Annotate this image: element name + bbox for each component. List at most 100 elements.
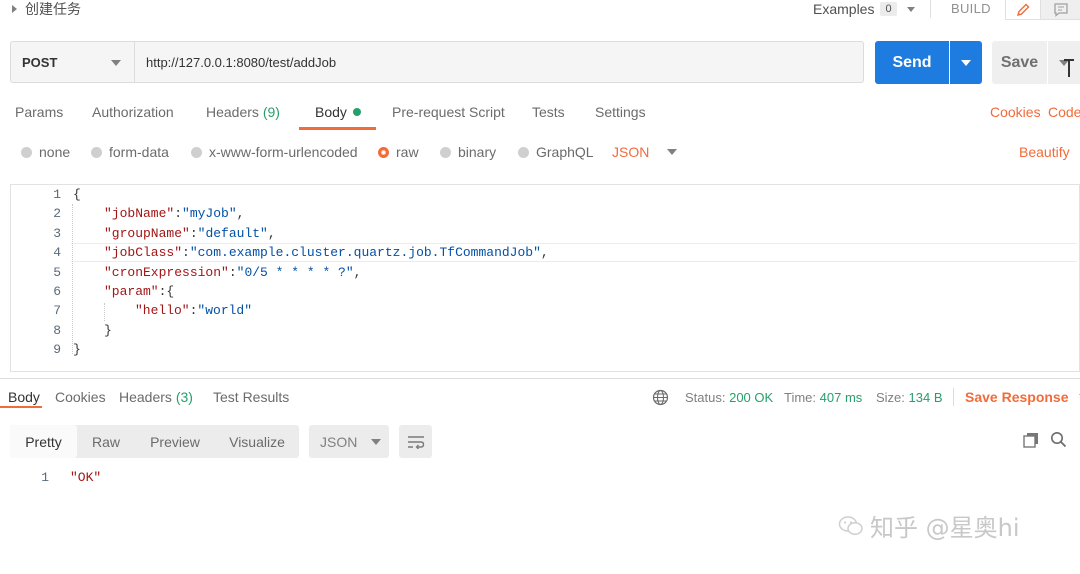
radio-label: GraphQL [536,144,594,160]
code-link[interactable]: Code [1048,104,1080,120]
response-tab-headers[interactable]: Headers (3) [119,389,193,405]
build-mode-button[interactable]: BUILD [951,1,991,16]
chevron-down-icon [111,60,121,66]
cookies-link[interactable]: Cookies [990,104,1041,120]
time-label: Time: [784,390,817,405]
json-punct: } [104,322,112,338]
json-key: "jobName" [104,206,175,222]
copy-icon[interactable] [1023,432,1039,448]
tab-settings[interactable]: Settings [595,104,646,120]
request-name-label: 创建任务 [25,2,81,18]
body-indicator-dot [352,108,361,116]
response-view-modes: Pretty Raw Preview Visualize [10,425,299,458]
request-name[interactable]: 创建任务 [12,0,81,18]
radio-label: form-data [109,144,169,160]
radio-raw[interactable]: raw [378,144,419,160]
response-divider[interactable] [0,378,1080,379]
comment-icon [1053,3,1068,17]
code-line: "jobName":"myJob", [104,206,244,221]
line-number: 4 [53,245,61,261]
json-key: "jobClass" [104,245,183,261]
view-visualize-button[interactable]: Visualize [221,425,293,458]
url-value: http://127.0.0.1:8080/test/addJob [146,54,337,70]
radio-form-data[interactable]: form-data [91,144,169,160]
size-value: 134 B [908,390,943,405]
response-format-select[interactable]: JSON [309,425,389,458]
json-punct: , [267,225,276,241]
json-punct: : [189,225,198,241]
examples-label: Examples [813,1,875,17]
code-line: "hello":"world" [135,303,252,318]
code-line: "cronExpression":"0/5 * * * * ?", [104,265,361,280]
edit-button[interactable] [1005,0,1041,20]
json-punct: , [236,206,245,222]
save-button[interactable]: Save [992,41,1047,84]
response-headers-count: (3) [175,389,193,405]
json-punct: :{ [158,284,175,299]
method-select[interactable]: POST [10,41,134,83]
line-number: 8 [53,322,61,338]
response-status[interactable]: Status: 200 OK [685,390,773,405]
view-raw-button[interactable]: Raw [83,425,129,458]
tab-headers[interactable]: Headers (9) [206,104,280,120]
headers-count: (9) [262,104,280,120]
response-tab-cookies[interactable]: Cookies [55,389,106,405]
radio-none[interactable]: none [21,144,70,160]
search-icon[interactable] [1050,431,1067,448]
tab-body-label: Body [315,104,347,120]
chevron-down-icon [667,149,678,155]
line-number: 1 [53,187,61,202]
send-button[interactable]: Send [875,41,949,84]
tab-body[interactable]: Body [315,104,361,120]
text-cursor-icon [1063,59,1074,77]
radio-circle [191,146,202,158]
response-tab-body[interactable]: Body [8,389,40,405]
request-header: 创建任务 Examples 0 BUILD [0,0,1080,22]
wrap-lines-button[interactable] [399,425,432,458]
save-response-label: Save Response [965,389,1069,405]
time-value: 407 ms [819,390,863,405]
line-number: 5 [53,264,61,280]
radio-circle [91,146,102,158]
code-line: { [73,187,81,202]
code-line: "param":{ [104,284,174,299]
examples-dropdown[interactable]: Examples 0 [813,0,915,18]
wrap-lines-icon [407,435,424,449]
tab-tests[interactable]: Tests [532,104,565,120]
radio-graphql[interactable]: GraphQL [518,144,594,160]
raw-format-value: JSON [612,144,650,160]
response-tab-test-results[interactable]: Test Results [213,389,289,405]
comments-button[interactable] [1041,0,1080,20]
tab-params[interactable]: Params [15,104,63,120]
radio-circle [518,146,529,158]
beautify-link[interactable]: Beautify [1019,144,1070,160]
status-label: Status: [685,390,726,405]
tab-prerequest-script[interactable]: Pre-request Script [392,104,505,120]
raw-format-select[interactable]: JSON [612,144,678,160]
chevron-down-icon [371,438,382,445]
code-line: } [104,323,112,338]
tab-authorization[interactable]: Authorization [92,104,174,120]
indent-guide [104,303,105,321]
radio-label: binary [458,144,497,160]
tab-headers-label: Headers [206,104,259,120]
send-options-button[interactable] [950,41,982,84]
radio-label: x-www-form-urlencoded [209,144,358,160]
chevron-down-icon [961,59,971,66]
json-punct: : [228,264,237,280]
body-editor[interactable]: 123456789 {"jobName":"myJob", "groupName"… [10,184,1080,372]
globe-icon[interactable] [652,389,669,406]
radio-label: raw [396,144,419,160]
line-number: 7 [53,303,61,319]
expand-caret-icon[interactable] [12,5,17,13]
response-size[interactable]: Size: 134 B [876,390,943,405]
view-preview-button[interactable]: Preview [143,425,207,458]
url-input[interactable]: http://127.0.0.1:8080/test/addJob [134,41,864,83]
response-time[interactable]: Time: 407 ms [784,390,862,405]
body-type-radios: none form-data x-www-form-urlencoded raw… [0,142,1080,164]
radio-urlencoded[interactable]: x-www-form-urlencoded [191,144,358,160]
radio-binary[interactable]: binary [440,144,496,160]
view-pretty-button[interactable]: Pretty [10,425,77,458]
examples-count-badge: 0 [880,2,897,16]
save-response-button[interactable]: Save Response [965,389,1080,405]
